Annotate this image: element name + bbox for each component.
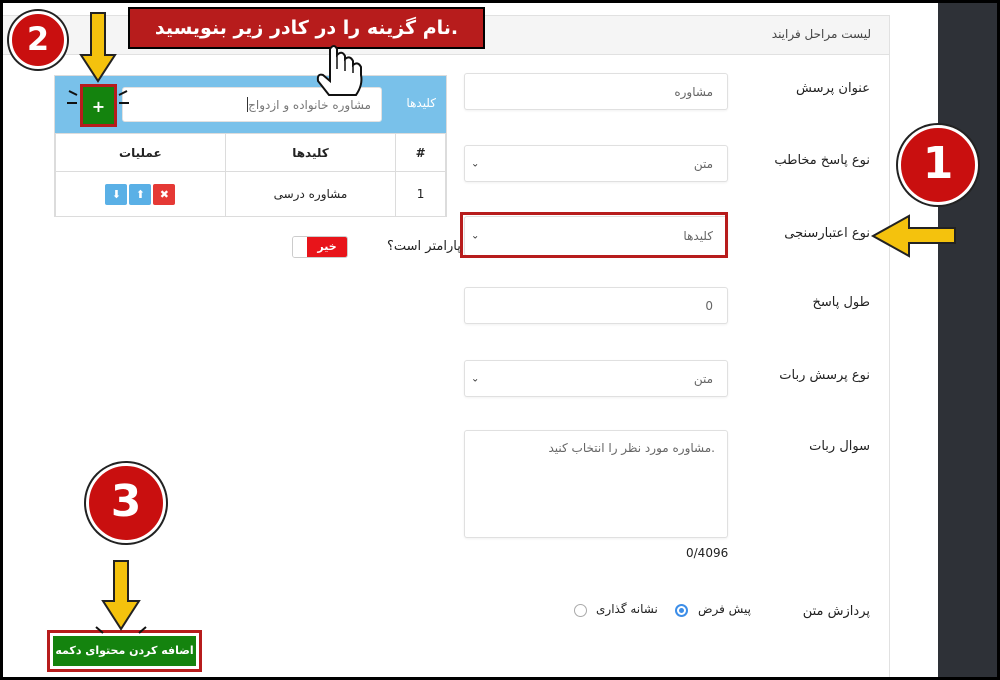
- hand-pointer-icon: [316, 45, 363, 96]
- arrow-icon: [95, 560, 147, 634]
- overlay-graphics: [67, 12, 956, 634]
- screenshot-canvas: لیست مراحل فرایند عنوان پرسش نوع پاسخ مخ…: [3, 3, 997, 677]
- arrow-icon: [67, 12, 129, 104]
- arrow-icon: [870, 214, 956, 258]
